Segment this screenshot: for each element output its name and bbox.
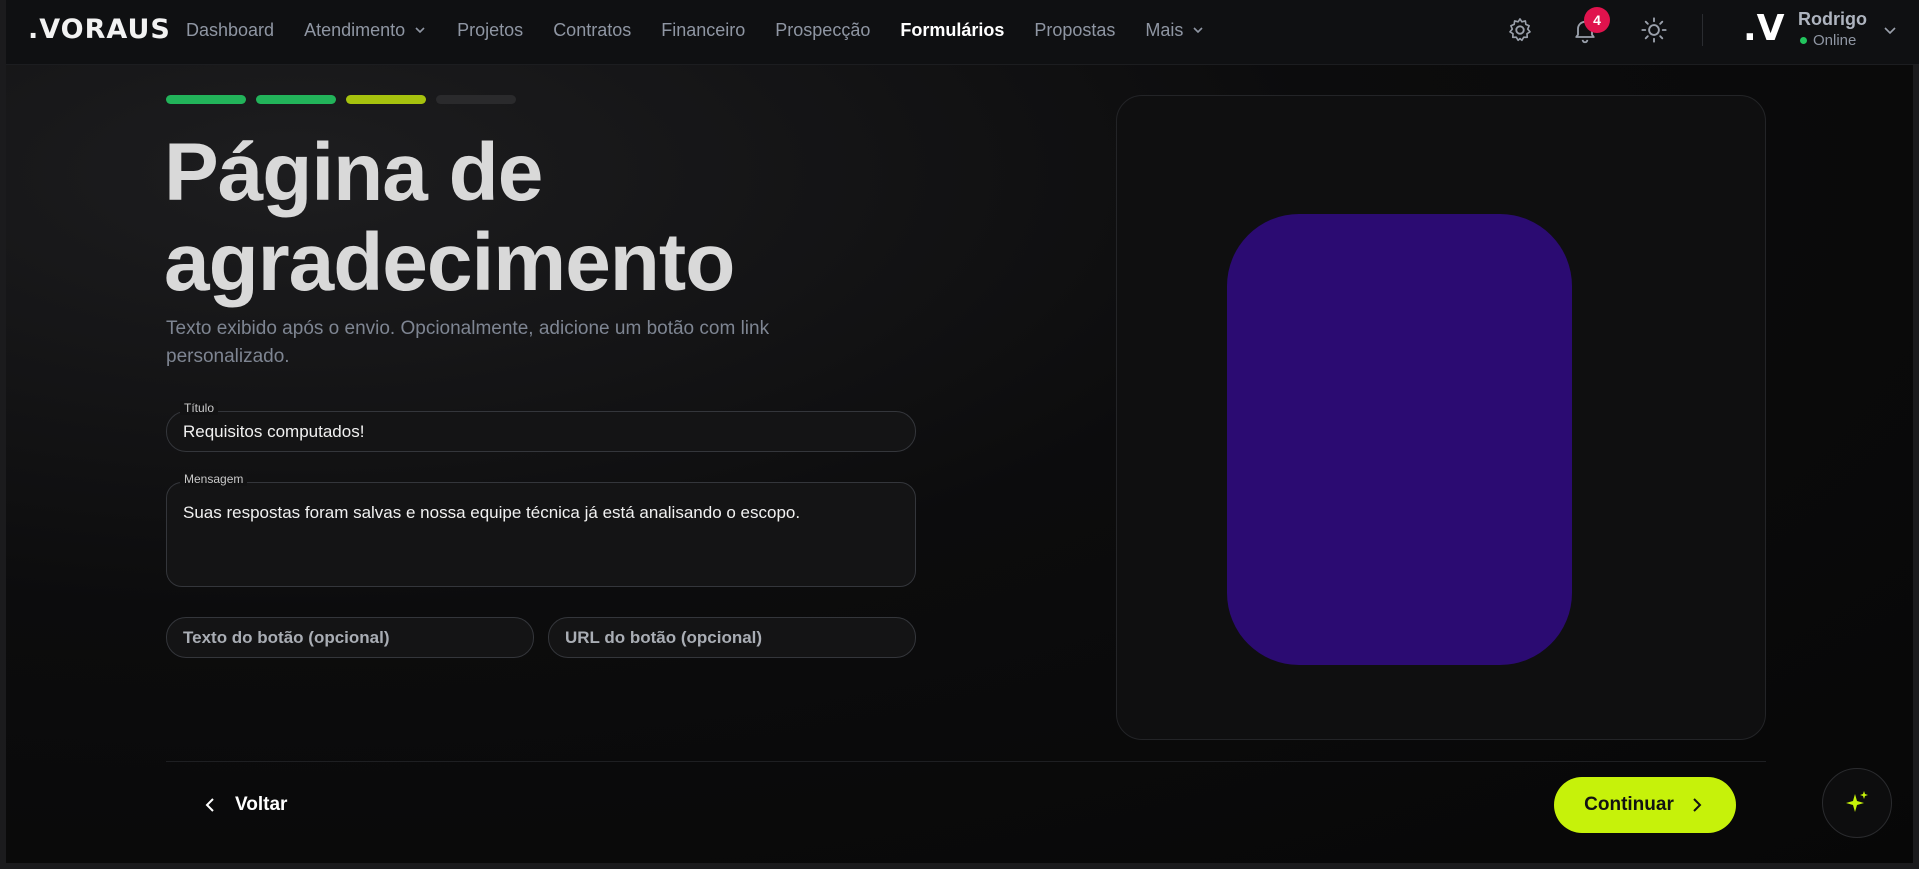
nav-mais[interactable]: Mais — [1145, 20, 1205, 41]
user-status: Online — [1800, 32, 1856, 49]
ai-assistant-button[interactable] — [1822, 768, 1892, 838]
sparkles-icon — [1846, 791, 1868, 812]
message-field[interactable]: Suas respostas foram salvas e nossa equi… — [166, 482, 916, 587]
progress-steps — [166, 95, 526, 104]
nav-dashboard-label: Dashboard — [186, 19, 275, 40]
nav-formularios[interactable]: Formulários — [900, 20, 1004, 41]
title-field[interactable]: Requisitos computados! — [166, 411, 916, 452]
title-field-value: Requisitos computados! — [183, 421, 365, 441]
avatar[interactable]: .V — [1743, 8, 1785, 49]
footer-divider — [166, 761, 1766, 762]
nav-financeiro[interactable]: Financeiro — [661, 20, 745, 41]
title-field-label: Título — [180, 401, 219, 415]
app-frame: .VORAUS Dashboard Atendimento Projetos C… — [0, 0, 1919, 869]
step-indicator — [436, 95, 516, 104]
nav-propostas-label: Propostas — [1034, 19, 1116, 40]
continue-button[interactable]: Continuar — [1554, 777, 1736, 833]
button-url-placeholder: URL do botão (opcional) — [565, 627, 763, 647]
nav-prospeccao-label: Prospecção — [775, 19, 871, 40]
nav-prospeccao[interactable]: Prospecção — [775, 20, 870, 41]
message-field-label: Mensagem — [180, 472, 248, 486]
online-status-dot — [1800, 37, 1807, 44]
step-indicator — [256, 95, 336, 104]
gear-icon[interactable] — [1506, 16, 1534, 44]
continue-button-label: Continuar — [1584, 794, 1674, 815]
sun-icon[interactable] — [1640, 16, 1668, 44]
button-text-field[interactable]: Texto do botão (opcional) — [166, 617, 534, 658]
preview-phone — [1227, 214, 1572, 665]
chevron-left-icon — [205, 798, 214, 812]
chevron-down-icon — [415, 27, 425, 34]
user-status-label: Online — [1813, 32, 1857, 49]
brand-logo[interactable]: .VORAUS — [28, 14, 171, 45]
nav-projetos-label: Projetos — [457, 19, 524, 40]
nav-atendimento[interactable]: Atendimento — [304, 20, 427, 41]
back-button-label: Voltar — [235, 794, 288, 815]
nav-dashboard[interactable]: Dashboard — [186, 20, 274, 41]
step-indicator — [346, 95, 426, 104]
button-text-placeholder: Texto do botão (opcional) — [183, 627, 390, 647]
nav-contratos-label: Contratos — [553, 19, 632, 40]
chevron-right-icon — [1693, 798, 1702, 812]
nav-formularios-label: Formulários — [900, 19, 1005, 40]
nav-projetos[interactable]: Projetos — [457, 20, 523, 41]
back-button[interactable]: Voltar — [201, 790, 287, 820]
message-field-value: Suas respostas foram salvas e nossa equi… — [183, 503, 801, 522]
page-subtitle: Texto exibido após o envio. Opcionalment… — [166, 318, 770, 367]
nav-atendimento-label: Atendimento — [304, 19, 406, 40]
chevron-down-icon — [1193, 27, 1204, 34]
nav-contratos[interactable]: Contratos — [553, 20, 631, 41]
nav-mais-label: Mais — [1145, 19, 1184, 40]
page-title: Página de agradecimento — [164, 127, 735, 308]
nav-financeiro-label: Financeiro — [661, 19, 746, 40]
chevron-down-icon[interactable] — [1882, 22, 1898, 38]
top-navbar: .VORAUS Dashboard Atendimento Projetos C… — [6, 0, 1919, 65]
nav-divider — [1702, 14, 1703, 46]
user-name: Rodrigo — [1798, 9, 1867, 29]
step-indicator — [166, 95, 246, 104]
button-url-field[interactable]: URL do botão (opcional) — [548, 617, 916, 658]
notification-badge: 4 — [1584, 7, 1610, 33]
nav-propostas[interactable]: Propostas — [1034, 20, 1115, 41]
main-nav: Dashboard Atendimento Projetos Contratos… — [186, 0, 1235, 60]
